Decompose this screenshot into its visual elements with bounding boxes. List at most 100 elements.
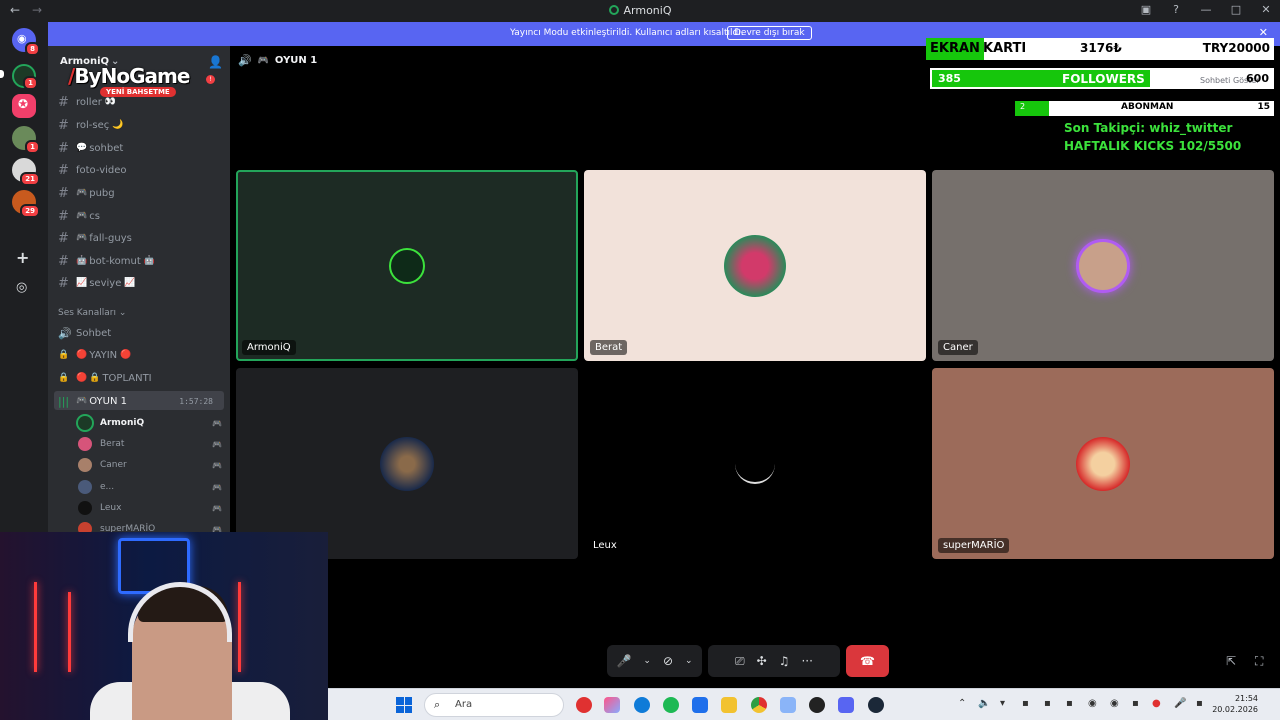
voice-channel-sohbet[interactable]: 🔊 Sohbet (58, 324, 223, 342)
store-icon[interactable] (692, 697, 708, 713)
tray-app-icon[interactable]: ▪ (1022, 698, 1029, 709)
disable-streamer-mode-button[interactable]: Devre dışı bırak (727, 26, 812, 40)
video-tile[interactable]: ArmoniQ (236, 170, 578, 361)
robot-emoji-icon: 🤖 (140, 256, 155, 266)
windows-start-icon[interactable] (396, 697, 412, 713)
voice-member[interactable]: Leux 🎮 (78, 499, 222, 517)
channel-cs[interactable]: # 🎮 cs (58, 207, 223, 225)
inbox-icon[interactable]: ▣ (1140, 3, 1152, 16)
moon-emoji-icon: 🌙 (109, 120, 124, 130)
spotify-icon[interactable] (663, 697, 679, 713)
channel-seviye[interactable]: # 📈 seviye 📈 (58, 274, 223, 292)
search-icon: ⌕ (434, 698, 441, 711)
video-tile[interactable]: Berat (584, 170, 926, 361)
channel-sidebar: ArmoniQ ⌄ 👤 /ByNoGame YENİ BAHSETME ! # ro… (48, 22, 230, 532)
steam-icon[interactable] (868, 697, 884, 713)
channel-roller[interactable]: # roller 👀 (58, 93, 223, 111)
video-tile[interactable]: Caner (932, 170, 1274, 361)
donation-goal-bar: EKRAN KARTI 3176₺ TRY20000 (926, 38, 1274, 60)
video-tile[interactable]: superMARİO (932, 368, 1274, 559)
server-orange-icon[interactable]: 29 (12, 190, 40, 218)
followers-current: 385 (938, 72, 961, 85)
gamepad-emoji-icon: 🎮 (257, 55, 269, 66)
channel-rol-sec[interactable]: # rol-seç 🌙 (58, 116, 223, 134)
avatar (735, 443, 775, 484)
more-icon[interactable]: ··· (795, 654, 818, 668)
voice-channel-yayin[interactable]: 🔒 🔴 YAYIN 🔴 (58, 346, 223, 364)
microphone-icon[interactable]: 🎤 (610, 654, 637, 668)
add-server-icon[interactable]: + (16, 248, 29, 267)
chevron-down-icon[interactable]: ⌄ (637, 656, 657, 666)
voice-channels-section[interactable]: Ses Kanalları ⌄ (58, 308, 126, 318)
close-icon[interactable]: ✕ (1260, 3, 1272, 16)
microphone-icon[interactable]: 🎤 (1174, 698, 1186, 709)
camera-off-icon[interactable]: ⊘ (657, 654, 679, 668)
invite-member-icon[interactable]: 👤 (208, 55, 223, 69)
tray-app-icon[interactable]: ◉ (1088, 698, 1097, 709)
server-red-icon[interactable]: ✪ (12, 94, 36, 118)
screen-share-icon[interactable]: ⎚ (729, 654, 751, 669)
tray-app-icon[interactable]: ◉ (1110, 698, 1119, 709)
voice-channel-toplanti[interactable]: 🔒 🔴 🔒 TOPLANTI (58, 369, 223, 387)
gamepad-icon: 🎮 (212, 439, 222, 449)
neon-light-right (238, 582, 241, 672)
mention-badge: ! (206, 75, 215, 84)
voice-timer: 1:57:28 (179, 396, 213, 406)
activities-icon[interactable]: ✣ (751, 654, 773, 668)
streamer-webcam (0, 532, 328, 720)
channel-foto-video[interactable]: # foto-video (58, 161, 223, 179)
obs-icon[interactable] (809, 697, 825, 713)
system-clock[interactable]: 21:54 20.02.2026 (1212, 693, 1258, 715)
discord-icon[interactable] (838, 697, 854, 713)
goal-label-2: KARTI (983, 41, 1027, 56)
tray-record-icon[interactable]: ● (1152, 698, 1161, 709)
goal-target: TRY20000 (1202, 41, 1270, 55)
voice-member[interactable]: e... 🎮 (78, 478, 222, 496)
server-landscape-icon[interactable]: 1 (12, 126, 40, 154)
chrome-icon[interactable] (751, 697, 767, 713)
discord-home-icon[interactable]: ◉ 8 (12, 28, 40, 56)
tray-app-icon[interactable]: ▪ (1132, 698, 1139, 709)
copilot-icon[interactable] (604, 697, 620, 713)
goal-current: 3176₺ (1080, 41, 1122, 55)
voice-member[interactable]: Caner 🎮 (78, 456, 222, 474)
server-badge: 21 (20, 172, 40, 186)
mic-camera-controls: 🎤 ⌄ ⊘ ⌄ (607, 645, 702, 677)
help-icon[interactable]: ? (1170, 3, 1182, 16)
file-explorer-icon[interactable] (721, 697, 737, 713)
channel-fall-guys[interactable]: # 🎮 fall-guys (58, 229, 223, 247)
voice-member[interactable]: Berat 🎮 (78, 435, 222, 453)
tray-app-icon[interactable]: ▪ (1066, 698, 1073, 709)
network-icon[interactable]: ▪ (1196, 698, 1203, 709)
server-group-icon[interactable]: 21 (12, 158, 40, 186)
chevron-down-icon[interactable]: ⌄ (679, 656, 699, 666)
minimize-icon[interactable]: — (1200, 3, 1212, 16)
channel-bot-komut[interactable]: # 🤖 bot-komut 🤖 (58, 252, 223, 270)
fullscreen-icon[interactable]: ⛶ (1255, 654, 1263, 669)
soundboard-icon[interactable]: ♫ (773, 654, 796, 668)
disconnect-call-button[interactable]: ☎ (846, 645, 889, 677)
tray-app-icon[interactable]: ▪ (1044, 698, 1051, 709)
channel-pubg[interactable]: # 🎮 pubg (58, 184, 223, 202)
edge-icon[interactable] (634, 697, 650, 713)
discover-compass-icon[interactable]: ◎ (16, 280, 27, 295)
voice-member[interactable]: superMARİO 🎮 (78, 520, 222, 532)
avatar (78, 458, 92, 472)
voice-member[interactable]: ArmoniQ 🎮 (78, 414, 222, 432)
taskbar-search[interactable]: ⌕ Ara (424, 693, 564, 717)
app-icon[interactable] (576, 697, 592, 713)
tray-chevron-icon[interactable]: ⌃ (958, 698, 966, 709)
settings-icon[interactable] (780, 697, 796, 713)
video-tile[interactable]: Leux (584, 368, 926, 559)
server-armoniq-icon[interactable]: 1 (12, 64, 38, 90)
gamepad-emoji-icon: 🎮 (76, 396, 88, 406)
clock-time: 21:54 (1234, 694, 1258, 703)
voice-channel-oyun-1[interactable]: ||| 🎮 OYUN 1 1:57:28 (58, 392, 223, 410)
popout-icon[interactable]: ⇱ (1226, 654, 1236, 668)
volume-icon[interactable]: 🔈 (978, 698, 990, 709)
channel-sohbet[interactable]: # 💬 sohbet (58, 139, 223, 157)
gamepad-emoji-icon: 🎮 (76, 188, 88, 198)
video-tile[interactable] (236, 368, 578, 559)
tray-app-icon[interactable]: ▾ (1000, 698, 1005, 709)
maximize-icon[interactable]: □ (1230, 3, 1242, 16)
